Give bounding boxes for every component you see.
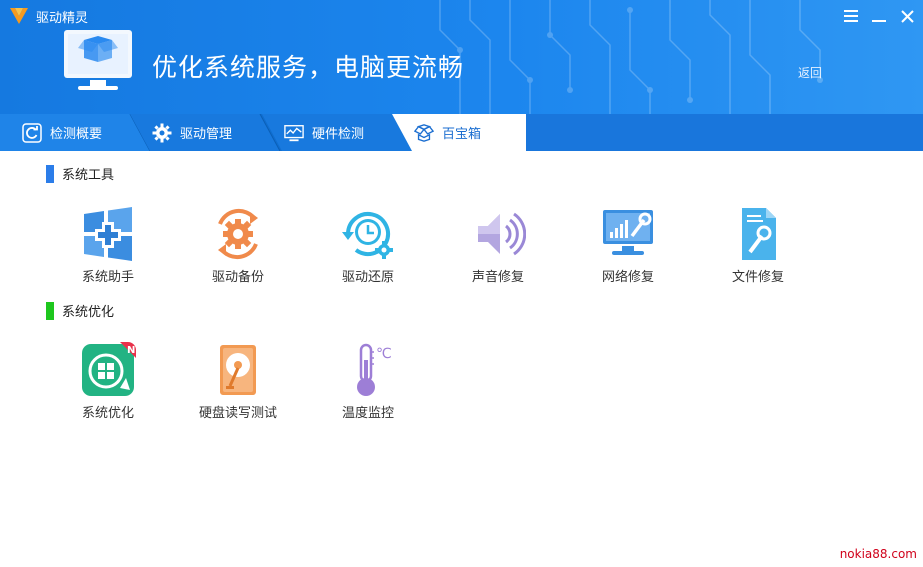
tab-bar-fill <box>526 114 923 151</box>
tool-label: 网络修复 <box>601 270 654 285</box>
tool-temperature-monitor[interactable]: ℃ 温度监控 <box>313 342 423 421</box>
tool-label: 温度监控 <box>341 406 394 421</box>
section-accent-bar <box>46 164 54 183</box>
tool-system-optimize[interactable]: N 系统优化 <box>53 342 163 421</box>
toolbox-icon <box>414 123 434 142</box>
window-controls <box>843 8 915 24</box>
tool-system-assistant[interactable]: 系统助手 <box>53 206 163 285</box>
thermometer-icon: ℃ <box>357 343 392 396</box>
network-repair-icon <box>603 210 653 255</box>
tab-hardware-detection-label: 硬件检测 <box>312 127 365 142</box>
tab-overview[interactable]: 检测概要 <box>0 114 150 151</box>
section-title-text: 系统工具 <box>62 168 115 183</box>
tool-driver-restore[interactable]: 驱动还原 <box>313 206 423 285</box>
tool-harddisk-test[interactable]: 硬盘读写测试 <box>183 342 293 421</box>
windows-plus-icon <box>84 207 132 261</box>
toolbox-monitor-icon <box>64 30 132 90</box>
monitor-chart-icon <box>284 124 304 141</box>
refresh-icon <box>22 122 42 143</box>
optimize-icon: N <box>82 342 136 396</box>
tool-label: 系统优化 <box>81 406 134 421</box>
tool-network-repair[interactable]: 网络修复 <box>573 206 683 285</box>
watermark: nokia88.com <box>839 547 917 561</box>
tool-label: 声音修复 <box>471 270 524 285</box>
tool-label: 驱动还原 <box>341 270 394 285</box>
tab-toolbox[interactable]: 百宝箱 <box>392 114 526 151</box>
minimize-icon[interactable] <box>871 8 887 24</box>
tool-label: 系统助手 <box>81 270 134 285</box>
gear-icon <box>152 123 172 142</box>
tool-label: 文件修复 <box>731 270 784 285</box>
speaker-icon <box>478 212 526 256</box>
section-accent-bar <box>46 301 54 320</box>
section-title-system-optimization: 系统优化 <box>46 301 114 320</box>
gear-backup-icon <box>218 208 258 260</box>
tool-driver-backup[interactable]: 驱动备份 <box>183 206 293 285</box>
back-link[interactable]: 返回 <box>798 64 822 81</box>
circuit-decoration <box>439 0 823 114</box>
new-badge: N <box>127 345 135 356</box>
hero-headline: 优化系统服务，电脑更流畅 <box>152 53 465 82</box>
close-icon[interactable] <box>899 8 915 24</box>
clock-restore-icon <box>342 212 393 259</box>
section-title-system-tools: 系统工具 <box>46 164 114 183</box>
tab-bar: 检测概要 驱动管理 硬件检测 百宝箱 <box>0 114 923 151</box>
tool-label: 驱动备份 <box>211 270 264 285</box>
tool-sound-repair[interactable]: 声音修复 <box>443 206 553 285</box>
tab-driver-management-label: 驱动管理 <box>180 127 233 142</box>
section-title-text: 系统优化 <box>62 305 115 320</box>
tab-driver-management[interactable]: 驱动管理 <box>130 114 280 151</box>
header-banner: 驱动精灵 优化系统服务，电脑更流畅 返回 <box>0 0 923 114</box>
tab-toolbox-label: 百宝箱 <box>442 127 482 142</box>
tab-overview-label: 检测概要 <box>50 127 103 142</box>
file-repair-icon <box>742 208 776 260</box>
harddisk-icon <box>220 345 256 395</box>
menu-icon[interactable] <box>843 8 859 24</box>
celsius-unit: ℃ <box>376 346 392 362</box>
tool-file-repair[interactable]: 文件修复 <box>703 206 813 285</box>
app-logo-icon <box>10 8 28 24</box>
tab-hardware-detection[interactable]: 硬件检测 <box>262 114 412 151</box>
tool-label: 硬盘读写测试 <box>198 406 277 421</box>
